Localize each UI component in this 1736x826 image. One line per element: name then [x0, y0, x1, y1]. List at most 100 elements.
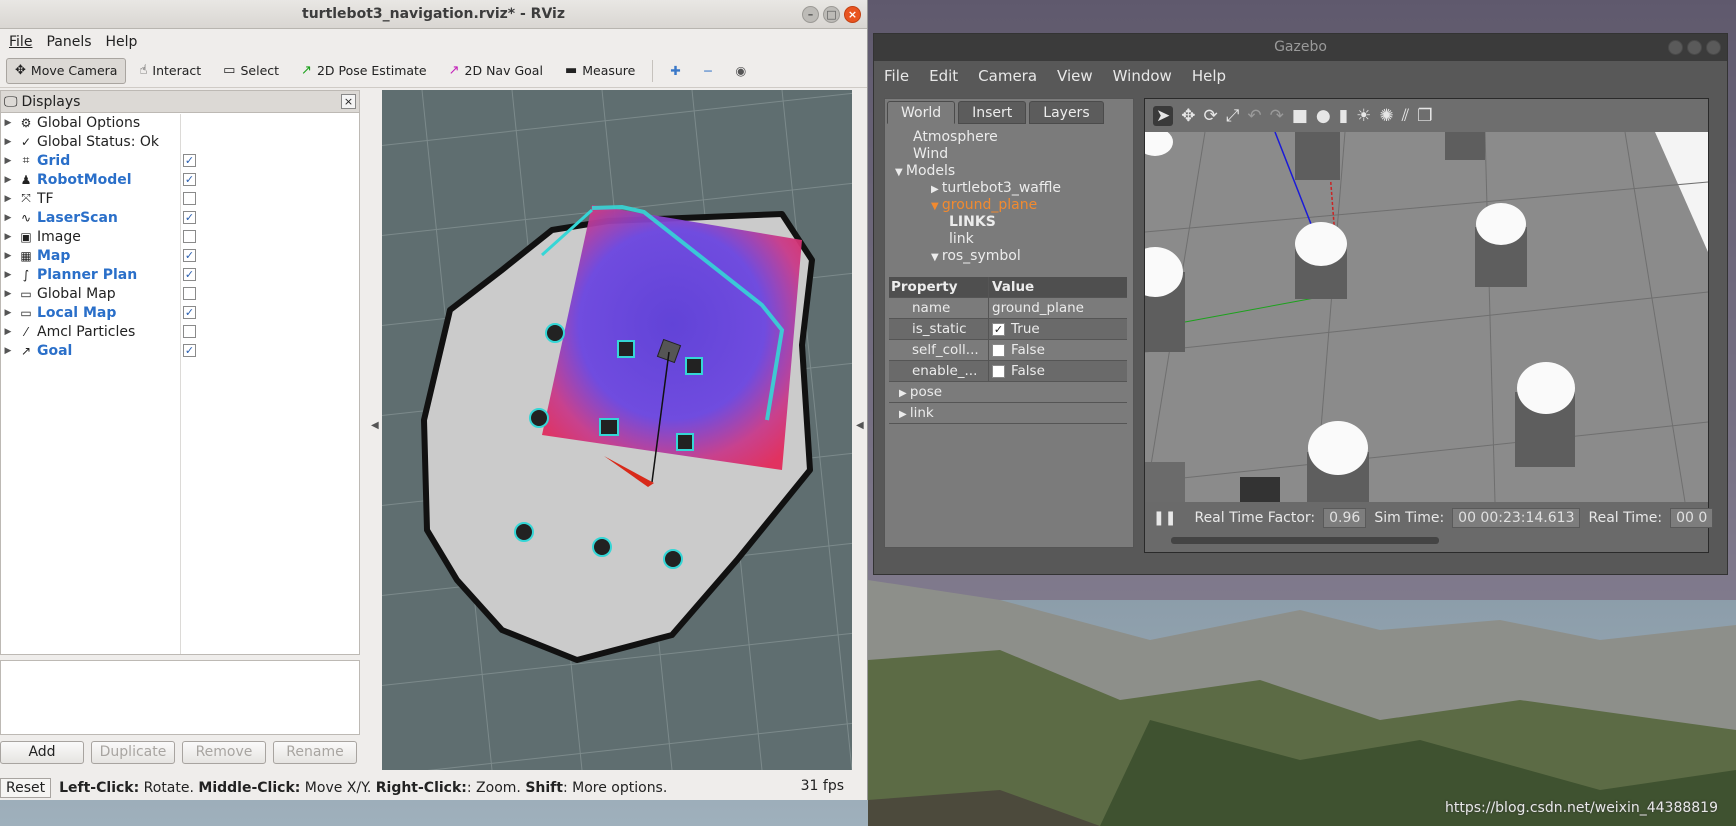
enable-checkbox[interactable]: ✓ — [183, 344, 196, 357]
gazebo-titlebar[interactable]: Gazebo — [874, 34, 1727, 61]
tool-measure[interactable]: ▬ Measure — [556, 58, 644, 84]
cylinder-icon[interactable]: ▮ — [1339, 106, 1348, 126]
reset-button[interactable]: Reset — [0, 777, 52, 798]
tree-node[interactable]: ▼ ros_symbol — [889, 248, 1129, 264]
close-icon[interactable]: × — [844, 6, 861, 23]
display-item[interactable]: ▶ ▭ Local Map ✓ — [1, 303, 359, 322]
enable-checkbox[interactable]: ✓ — [183, 173, 196, 186]
tree-node[interactable]: Atmosphere — [889, 129, 1129, 146]
gazebo-3d-scene[interactable] — [1145, 132, 1708, 502]
enable-checkbox[interactable]: ✓ — [183, 268, 196, 281]
expand-arrow-icon[interactable]: ▶ — [1, 118, 15, 128]
enable-checkbox[interactable] — [183, 325, 196, 338]
display-item[interactable]: ▶ ⁄ Amcl Particles — [1, 322, 359, 341]
display-item[interactable]: ▶ ♟ RobotModel ✓ — [1, 170, 359, 189]
tree-node[interactable]: ▼ ground_plane — [889, 197, 1129, 214]
panel-close-icon[interactable]: × — [341, 94, 356, 109]
tree-arrow-icon[interactable]: ▼ — [895, 167, 906, 178]
plus-icon[interactable]: ✚ — [661, 58, 689, 84]
spot-light-icon[interactable]: ⫽ — [1402, 106, 1410, 126]
menu-help[interactable]: Help — [101, 34, 143, 50]
right-splitter-icon[interactable]: ◀ — [856, 420, 864, 431]
duplicate-button[interactable]: Duplicate — [91, 741, 175, 764]
tree-arrow-icon[interactable]: ▶ — [931, 184, 942, 195]
gz-close-icon[interactable] — [1706, 40, 1721, 55]
tree-node[interactable]: ▶ turtlebot3_waffle — [889, 180, 1129, 197]
left-splitter-icon[interactable]: ◀ — [371, 420, 379, 431]
horizontal-scrollbar[interactable] — [1171, 537, 1439, 544]
tree-node[interactable]: Wind — [889, 146, 1129, 163]
add-button[interactable]: Add — [0, 741, 84, 764]
tree-arrow-icon[interactable]: ▼ — [931, 252, 942, 263]
3d-viewport[interactable] — [382, 90, 852, 770]
display-item[interactable]: ▶ ∫ Planner Plan ✓ — [1, 265, 359, 284]
enable-checkbox[interactable]: ✓ — [183, 211, 196, 224]
select-arrow-icon[interactable]: ➤ — [1153, 105, 1174, 126]
rviz-titlebar[interactable]: turtlebot3_navigation.rviz* - RViz – □ × — [0, 0, 867, 29]
property-row[interactable]: enable_... False — [889, 361, 1127, 382]
display-item[interactable]: ▶ ↗ Goal ✓ — [1, 341, 359, 360]
undo-icon[interactable]: ↶ — [1247, 106, 1261, 126]
display-item[interactable]: ▶ ∿ LaserScan ✓ — [1, 208, 359, 227]
tool-2d-pose-estimate[interactable]: ↗ 2D Pose Estimate — [292, 58, 436, 84]
tree-node[interactable]: ▼ Models — [889, 163, 1129, 180]
enable-checkbox[interactable] — [183, 230, 196, 243]
display-item[interactable]: ▶ ✓ Global Status: Ok — [1, 132, 359, 151]
translate-icon[interactable]: ✥ — [1181, 106, 1195, 126]
menu-file[interactable]: File — [4, 34, 37, 50]
property-row[interactable]: self_coll... False — [889, 340, 1127, 361]
property-group-pose[interactable]: ▶ pose — [889, 382, 1127, 403]
tab-world[interactable]: World — [887, 101, 956, 124]
enable-checkbox[interactable]: ✓ — [183, 154, 196, 167]
property-row[interactable]: name ground_plane — [889, 298, 1127, 319]
remove-button[interactable]: Remove — [182, 741, 266, 764]
expand-arrow-icon[interactable]: ▶ — [1, 137, 15, 147]
tree-node[interactable]: LINKS — [889, 214, 1129, 231]
enable-checkbox[interactable]: ✓ — [183, 306, 196, 319]
enable-checkbox[interactable] — [183, 287, 196, 300]
expand-arrow-icon[interactable]: ▶ — [1, 251, 15, 261]
redo-icon[interactable]: ↷ — [1270, 106, 1284, 126]
point-light-icon[interactable]: ✺ — [1379, 106, 1393, 126]
expand-arrow-icon[interactable]: ▶ — [1, 213, 15, 223]
tool-move-camera[interactable]: ✥ Move Camera — [6, 57, 127, 84]
expand-arrow-icon[interactable]: ▶ — [1, 308, 15, 318]
display-item[interactable]: ▶ ▭ Global Map — [1, 284, 359, 303]
expand-arrow-icon[interactable]: ▶ — [1, 232, 15, 242]
display-item[interactable]: ▶ ▦ Map ✓ — [1, 246, 359, 265]
expand-arrow-icon[interactable]: ▶ — [1, 156, 15, 166]
gz-menu-camera[interactable]: Camera — [978, 67, 1037, 85]
tool-select[interactable]: ▭ Select — [214, 58, 288, 84]
tool-2d-nav-goal[interactable]: ↗ 2D Nav Goal — [440, 58, 552, 84]
rename-button[interactable]: Rename — [273, 741, 357, 764]
property-checkbox[interactable]: ✓ — [992, 322, 1005, 336]
tab-insert[interactable]: Insert — [958, 101, 1027, 124]
display-item[interactable]: ▶ ⌗ Grid ✓ — [1, 151, 359, 170]
tool-interact[interactable]: ☝ Interact — [130, 58, 210, 84]
tree-arrow-icon[interactable]: ▼ — [931, 201, 942, 212]
display-item[interactable]: ▶ ▣ Image — [1, 227, 359, 246]
rotate-icon[interactable]: ⟳ — [1204, 106, 1218, 126]
property-checkbox[interactable] — [992, 343, 1005, 357]
gz-maximize-icon[interactable] — [1687, 40, 1702, 55]
expand-arrow-icon[interactable]: ▶ — [1, 327, 15, 337]
expand-arrow-icon[interactable]: ▶ — [1, 270, 15, 280]
minus-icon[interactable]: − — [694, 58, 722, 84]
gz-minimize-icon[interactable] — [1668, 40, 1683, 55]
tab-layers[interactable]: Layers — [1029, 101, 1104, 124]
expand-arrow-icon[interactable]: ▶ — [1, 175, 15, 185]
display-item[interactable]: ▶ ⤧ TF — [1, 189, 359, 208]
sphere-icon[interactable]: ● — [1316, 106, 1331, 126]
maximize-icon[interactable]: □ — [823, 6, 840, 23]
view-eye-icon[interactable]: ◉ — [726, 58, 755, 84]
pause-icon[interactable]: ❚❚ — [1153, 510, 1176, 526]
sun-light-icon[interactable]: ☀ — [1356, 106, 1371, 126]
scale-icon[interactable]: ⤢ — [1226, 106, 1240, 126]
minimize-icon[interactable]: – — [802, 6, 819, 23]
property-group-link[interactable]: ▶ link — [889, 403, 1127, 424]
expand-arrow-icon[interactable]: ▶ — [899, 409, 910, 420]
expand-arrow-icon[interactable]: ▶ — [1, 194, 15, 204]
property-checkbox[interactable] — [992, 364, 1005, 378]
gz-menu-view[interactable]: View — [1057, 67, 1093, 85]
display-item[interactable]: ▶ ⚙ Global Options — [1, 113, 359, 132]
